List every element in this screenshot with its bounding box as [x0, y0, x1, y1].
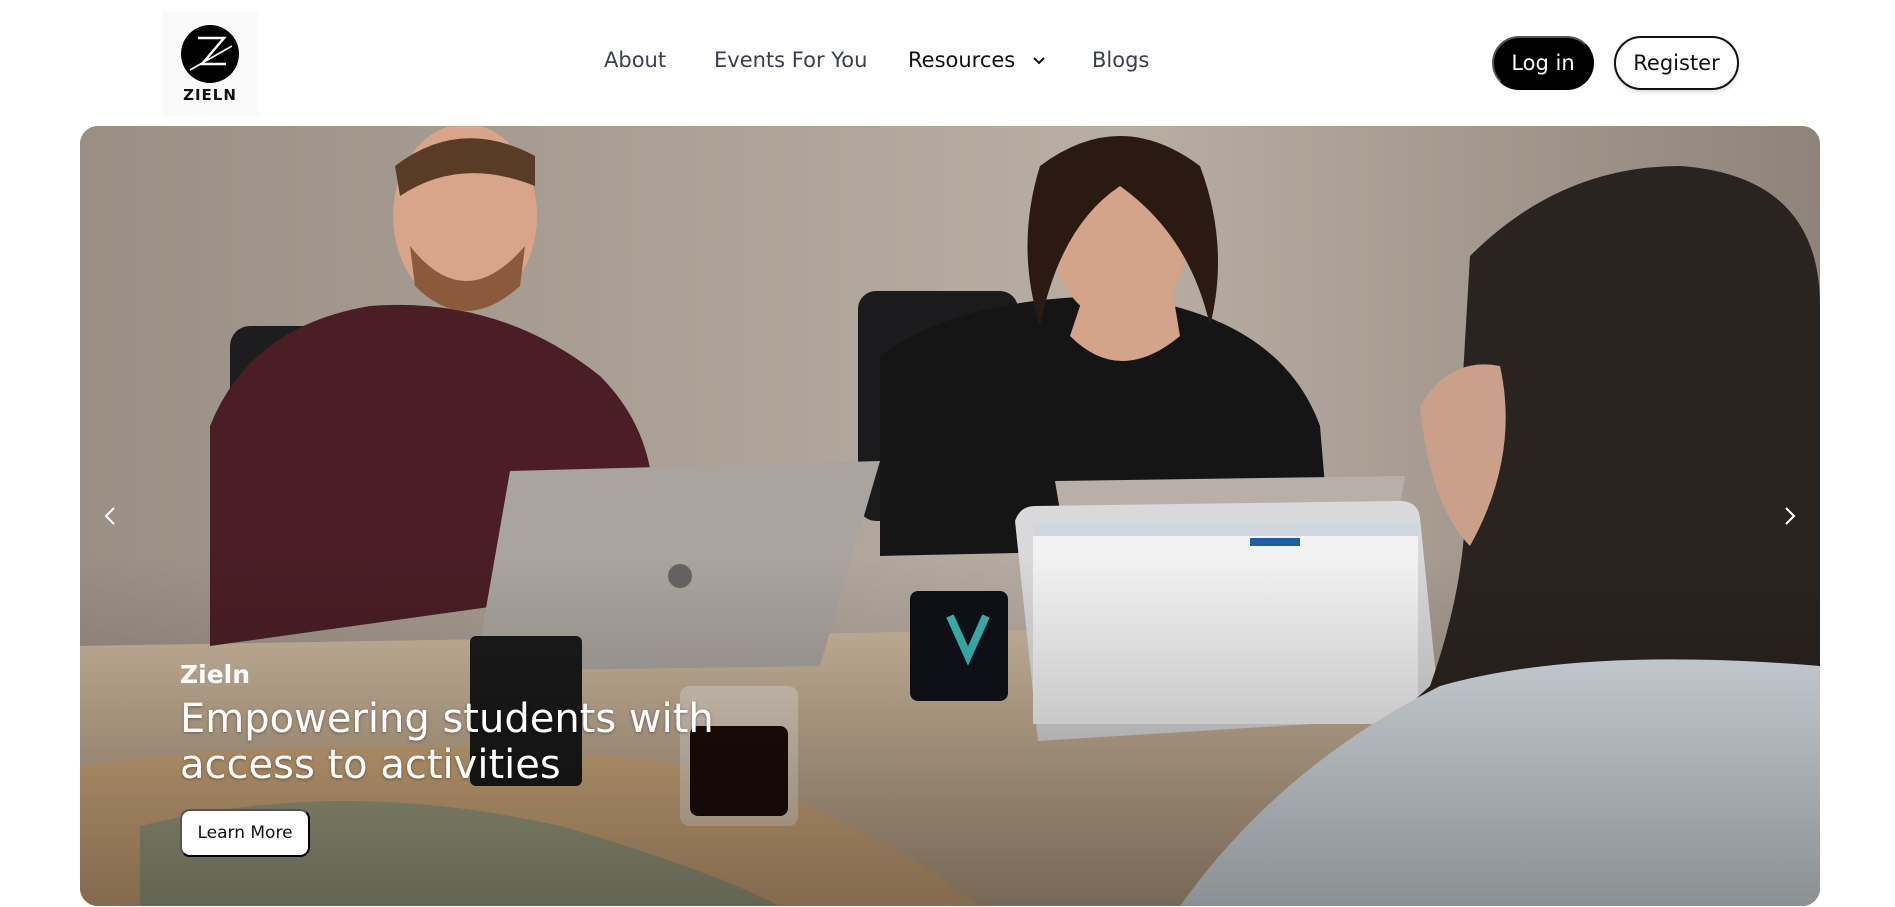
brand-name: ZIELN — [183, 86, 237, 104]
login-button[interactable]: Log in — [1492, 36, 1594, 90]
hero-brand: Zieln — [180, 660, 251, 689]
nav-events-for-you[interactable]: Events For You — [714, 48, 867, 72]
hero-caption: Zieln Empowering students with access to… — [180, 660, 740, 788]
zieln-logo-icon — [181, 25, 239, 83]
register-button[interactable]: Register — [1614, 36, 1739, 90]
site-header: ZIELN About Events For You Resources Blo… — [0, 0, 1895, 126]
nav-about[interactable]: About — [604, 48, 666, 72]
carousel-next-button[interactable] — [1770, 496, 1810, 536]
nav-resources[interactable]: Resources — [908, 48, 1046, 72]
hero-headline: Empowering students with access to activ… — [180, 696, 714, 788]
nav-blogs[interactable]: Blogs — [1092, 48, 1149, 72]
brand-logo[interactable]: ZIELN — [162, 12, 258, 116]
hero-carousel: Zieln Empowering students with access to… — [80, 126, 1820, 906]
chevron-down-icon — [1033, 57, 1045, 65]
nav-resources-label: Resources — [908, 48, 1016, 72]
carousel-prev-button[interactable] — [90, 496, 130, 536]
chevron-right-icon — [1785, 507, 1796, 525]
chevron-left-icon — [104, 507, 115, 525]
hero-image — [80, 126, 1820, 906]
learn-more-button[interactable]: Learn More — [180, 809, 310, 857]
